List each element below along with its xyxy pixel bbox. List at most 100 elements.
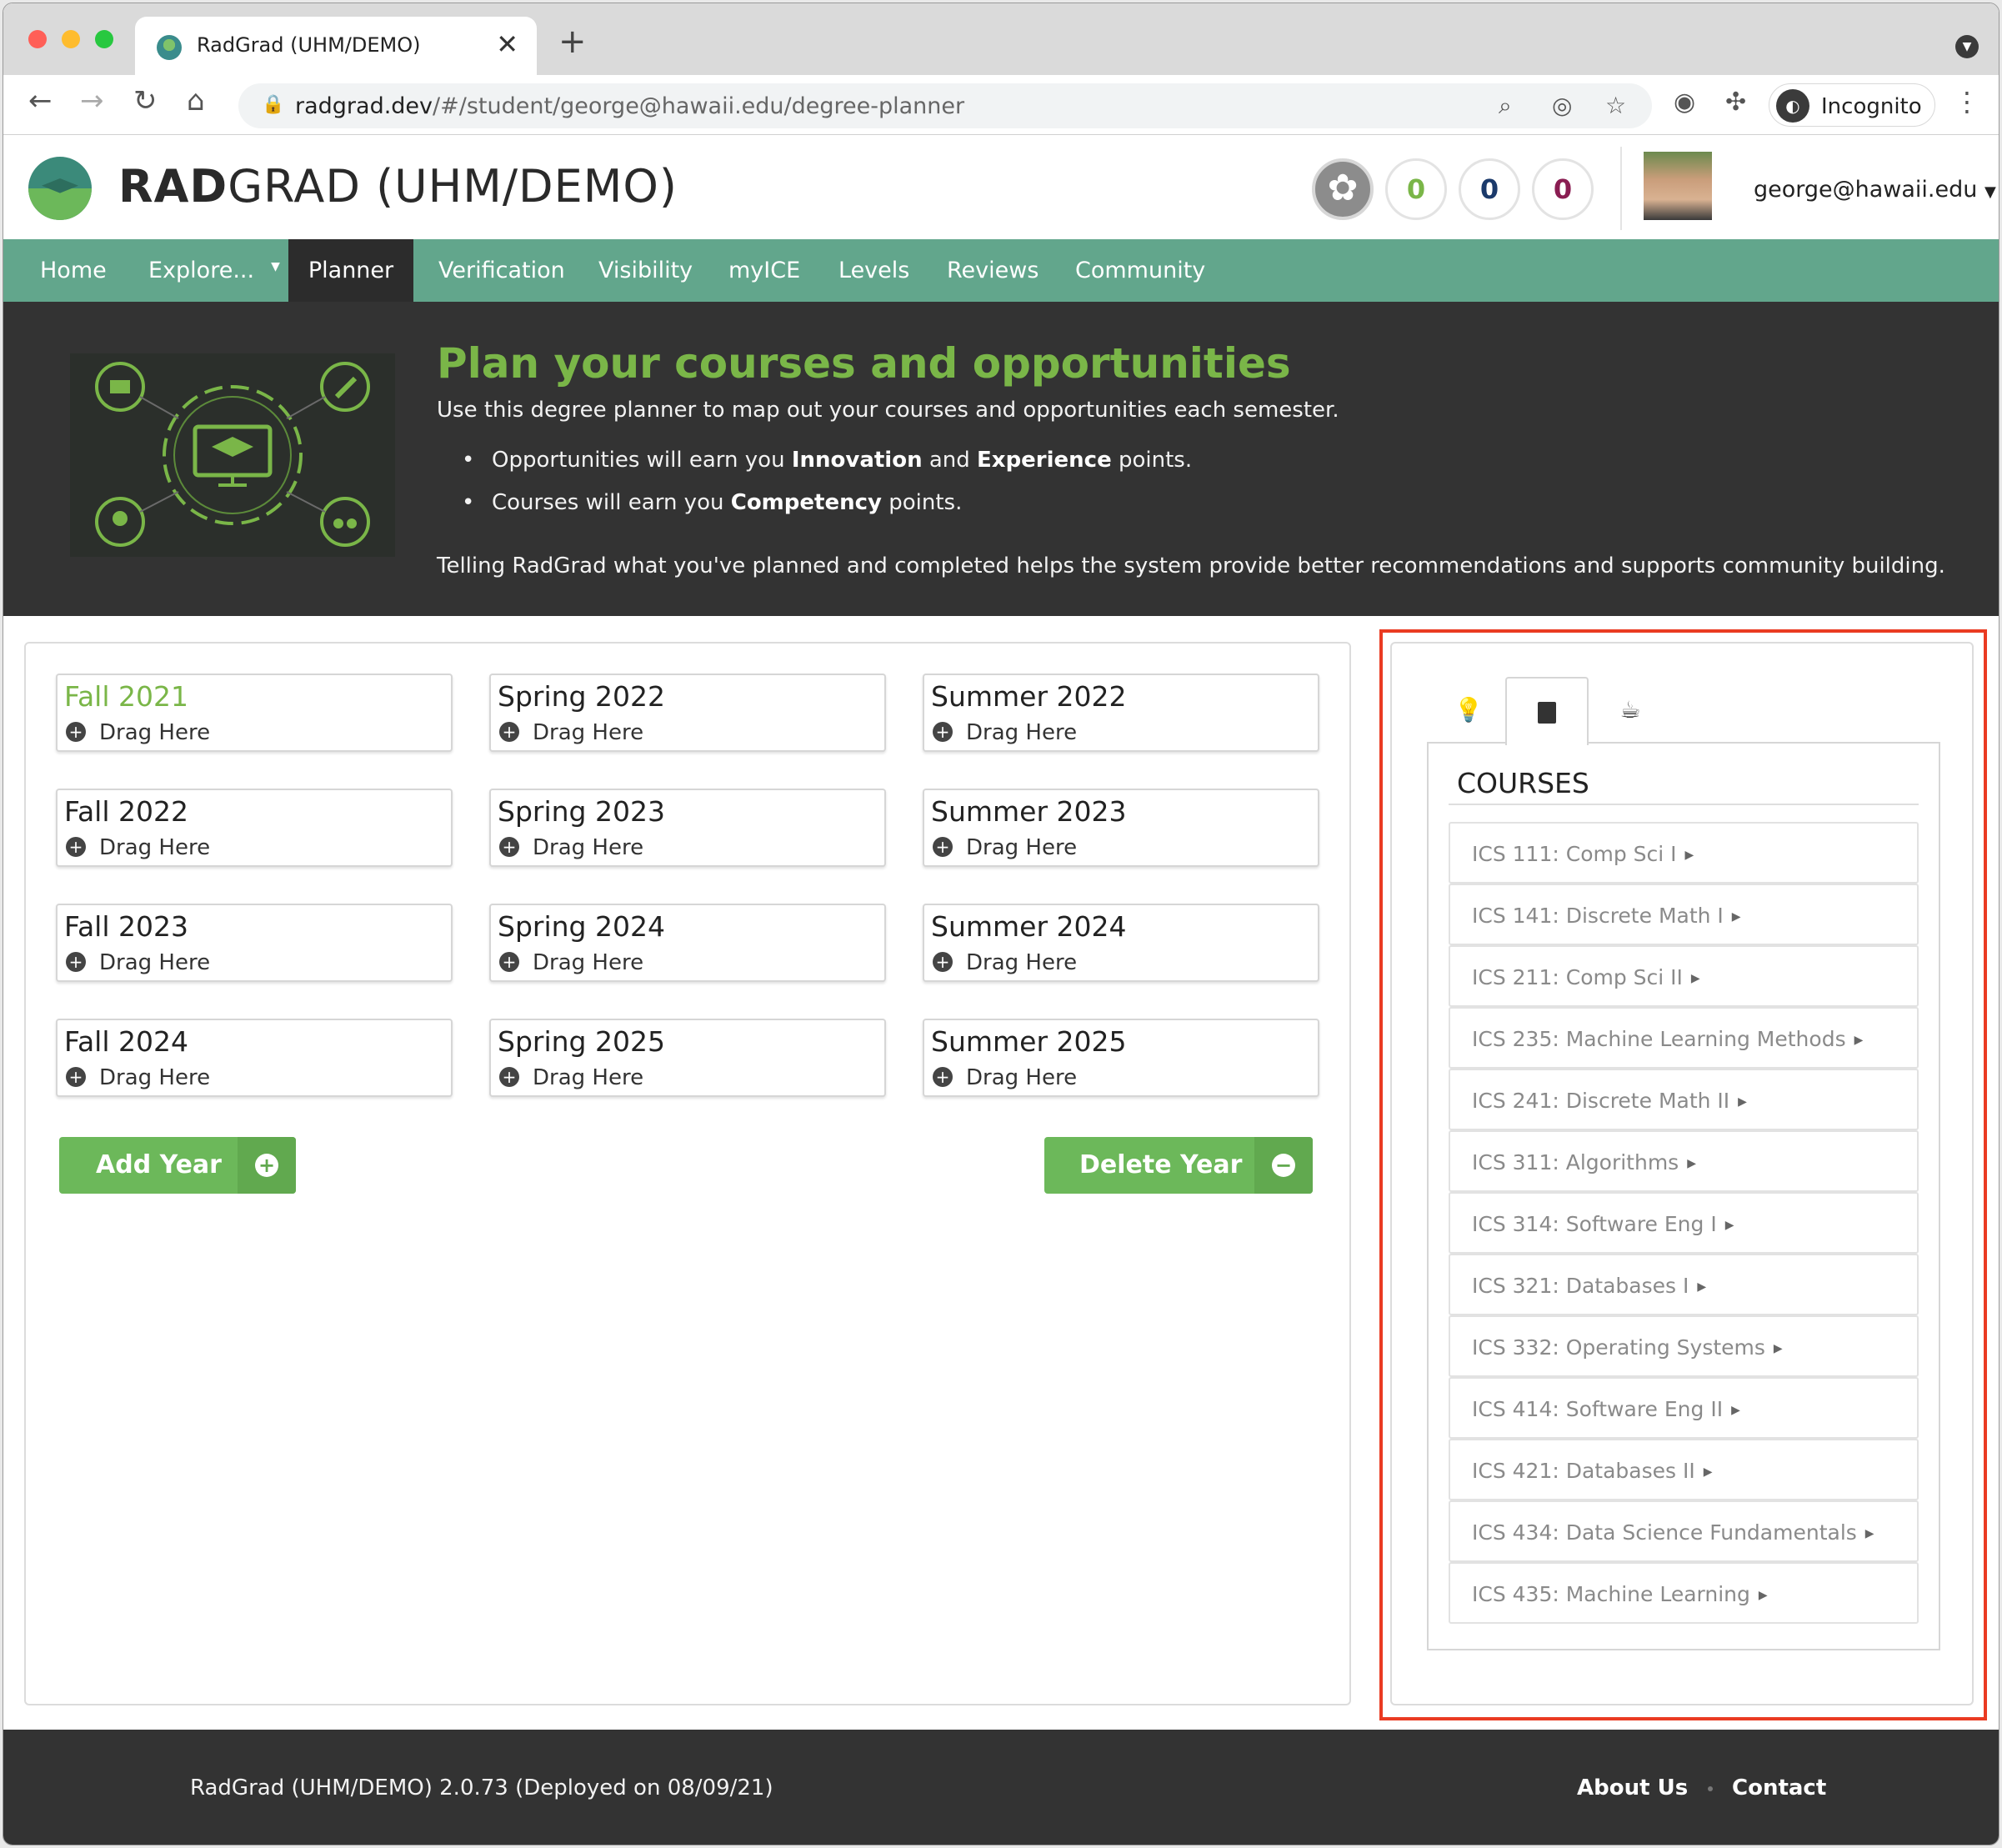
course-label: ICS 241: Discrete Math II ▶ — [1472, 1089, 1747, 1113]
ice-gear-icon[interactable]: ✿ — [1312, 158, 1374, 220]
course-item[interactable]: ICS 434: Data Science Fundamentals ▶ — [1449, 1500, 1919, 1562]
minimize-window-button[interactable] — [62, 30, 80, 48]
tab-activity[interactable]: ☕ — [1589, 677, 1672, 744]
plus-circle-icon: + — [66, 1066, 86, 1087]
plus-circle-icon: + — [499, 721, 519, 742]
drop-zone[interactable]: + Drag Here — [66, 720, 210, 745]
nav-item-explore[interactable]: Explore... ▼ — [148, 239, 280, 302]
ice-experience-score[interactable]: 0 — [1532, 158, 1594, 220]
profile-button[interactable]: ◐ Incognito — [1769, 83, 1935, 127]
course-item[interactable]: ICS 321: Databases I ▶ — [1449, 1254, 1919, 1315]
degree-planner: Fall 2021 + Drag Here Spring 2022 + Drag H… — [24, 642, 1351, 1705]
new-tab-button[interactable]: + — [558, 25, 587, 58]
extension-key-icon[interactable]: ◉ — [1674, 90, 1695, 115]
eye-off-icon[interactable]: ◎ — [1552, 92, 1572, 119]
caret-right-icon: ▶ — [1684, 849, 1694, 862]
tab-opportunities[interactable]: 💡 — [1427, 677, 1510, 744]
semester-spring-2024[interactable]: Spring 2024 + Drag Here — [489, 904, 886, 982]
nav-item-reviews[interactable]: Reviews — [947, 239, 1039, 302]
drop-zone[interactable]: + Drag Here — [933, 950, 1077, 975]
drop-zone[interactable]: + Drag Here — [66, 1065, 210, 1090]
course-label: ICS 111: Comp Sci I ▶ — [1472, 842, 1694, 866]
course-label: ICS 211: Comp Sci II ▶ — [1472, 965, 1700, 989]
zoom-window-button[interactable] — [95, 30, 113, 48]
semester-spring-2025[interactable]: Spring 2025 + Drag Here — [489, 1019, 886, 1097]
ice-innovation-score[interactable]: 0 — [1385, 158, 1447, 220]
user-menu[interactable]: george@hawaii.edu ▼ — [1754, 177, 1996, 203]
caret-right-icon: ▶ — [1773, 1342, 1783, 1355]
course-item[interactable]: ICS 311: Algorithms ▶ — [1449, 1130, 1919, 1192]
course-item[interactable]: ICS 421: Databases II ▶ — [1449, 1439, 1919, 1500]
forward-icon[interactable]: → — [80, 87, 104, 115]
browser-tab[interactable]: RadGrad (UHM/DEMO) ✕ — [135, 17, 537, 75]
course-item[interactable]: ICS 141: Discrete Math I ▶ — [1449, 884, 1919, 945]
course-item[interactable]: ICS 111: Comp Sci I ▶ — [1449, 822, 1919, 884]
nav-item-planner[interactable]: Planner — [288, 239, 413, 302]
nav-item-visibility[interactable]: Visibility — [598, 239, 693, 302]
course-item[interactable]: ICS 414: Software Eng II ▶ — [1449, 1377, 1919, 1439]
semester-fall-2024[interactable]: Fall 2024 + Drag Here — [56, 1019, 453, 1097]
course-item[interactable]: ICS 435: Machine Learning ▶ — [1449, 1562, 1919, 1624]
ice-competency-score[interactable]: 0 — [1459, 158, 1520, 220]
main-nav: Home Explore... ▼ Planner Verification Vi… — [3, 239, 1999, 302]
address-bar[interactable]: 🔒 radgrad.dev/#/student/george@hawaii.ed… — [238, 83, 1652, 128]
contact-link[interactable]: Contact — [1732, 1775, 1826, 1800]
semester-fall-2021[interactable]: Fall 2021 + Drag Here — [56, 674, 453, 752]
planner-hero: Plan your courses and opportunities Use … — [3, 302, 1999, 616]
semester-fall-2022[interactable]: Fall 2022 + Drag Here — [56, 789, 453, 867]
browser-menu-icon[interactable]: ⋮ — [1954, 88, 1980, 115]
course-item[interactable]: ICS 241: Discrete Math II ▶ — [1449, 1069, 1919, 1130]
tab-search-icon[interactable]: ▼ — [1955, 35, 1979, 58]
semester-spring-2023[interactable]: Spring 2023 + Drag Here — [489, 789, 886, 867]
back-icon[interactable]: ← — [28, 87, 53, 115]
radgrad-logo[interactable] — [28, 157, 92, 220]
semester-title: Summer 2025 — [931, 1025, 1127, 1058]
nav-item-home[interactable]: Home — [40, 239, 107, 302]
semester-summer-2025[interactable]: Summer 2025 + Drag Here — [923, 1019, 1319, 1097]
nav-item-community[interactable]: Community — [1075, 239, 1205, 302]
drop-zone[interactable]: + Drag Here — [499, 835, 643, 860]
semester-title: Summer 2022 — [931, 680, 1127, 713]
semester-summer-2022[interactable]: Summer 2022 + Drag Here — [923, 674, 1319, 752]
course-item[interactable]: ICS 314: Software Eng I ▶ — [1449, 1192, 1919, 1254]
drop-zone[interactable]: + Drag Here — [933, 720, 1077, 745]
hero-subtitle: Use this degree planner to map out your … — [437, 398, 1339, 423]
tab-courses[interactable] — [1505, 677, 1589, 745]
reload-icon[interactable]: ↻ — [133, 87, 158, 115]
course-item[interactable]: ICS 235: Machine Learning Methods ▶ — [1449, 1007, 1919, 1069]
tab-close-icon[interactable]: ✕ — [496, 28, 518, 60]
course-label: ICS 332: Operating Systems ▶ — [1472, 1335, 1783, 1360]
hero-bullet-courses: Courses will earn you Competency points. — [462, 490, 1192, 533]
star-icon[interactable]: ☆ — [1605, 92, 1626, 119]
app-brand[interactable]: RADGRAD (UHM/DEMO) — [118, 160, 678, 213]
drop-zone[interactable]: + Drag Here — [499, 720, 643, 745]
home-icon[interactable]: ⌂ — [187, 87, 205, 115]
browser-toolbar: ← → ↻ ⌂ 🔒 radgrad.dev/#/student/george@h… — [3, 75, 1999, 135]
drop-zone[interactable]: + Drag Here — [933, 835, 1077, 860]
drop-zone[interactable]: + Drag Here — [499, 1065, 643, 1090]
caret-right-icon: ▶ — [1731, 910, 1741, 924]
nav-item-levels[interactable]: Levels — [838, 239, 909, 302]
course-item[interactable]: ICS 211: Comp Sci II ▶ — [1449, 945, 1919, 1007]
caret-down-icon: ▼ — [1984, 183, 1996, 201]
extensions-puzzle-icon[interactable]: ✣ — [1725, 90, 1746, 115]
semester-spring-2022[interactable]: Spring 2022 + Drag Here — [489, 674, 886, 752]
about-us-link[interactable]: About Us — [1577, 1775, 1688, 1800]
add-year-button[interactable]: Add Year + — [59, 1137, 296, 1194]
nav-item-myice[interactable]: myICE — [728, 239, 800, 302]
drop-zone[interactable]: + Drag Here — [66, 835, 210, 860]
drop-zone[interactable]: + Drag Here — [499, 950, 643, 975]
course-item[interactable]: ICS 332: Operating Systems ▶ — [1449, 1315, 1919, 1377]
semester-summer-2024[interactable]: Summer 2024 + Drag Here — [923, 904, 1319, 982]
drop-zone[interactable]: + Drag Here — [933, 1065, 1077, 1090]
drop-zone[interactable]: + Drag Here — [66, 950, 210, 975]
avatar[interactable] — [1644, 152, 1712, 220]
zoom-icon[interactable]: ⌕ — [1499, 92, 1512, 120]
nav-item-verification[interactable]: Verification — [438, 239, 565, 302]
close-window-button[interactable] — [28, 30, 47, 48]
coffee-icon: ☕ — [1619, 696, 1641, 724]
semester-fall-2023[interactable]: Fall 2023 + Drag Here — [56, 904, 453, 982]
semester-summer-2023[interactable]: Summer 2023 + Drag Here — [923, 789, 1319, 867]
delete-year-button[interactable]: Delete Year − — [1044, 1137, 1313, 1194]
incognito-icon: ◐ — [1776, 89, 1809, 123]
